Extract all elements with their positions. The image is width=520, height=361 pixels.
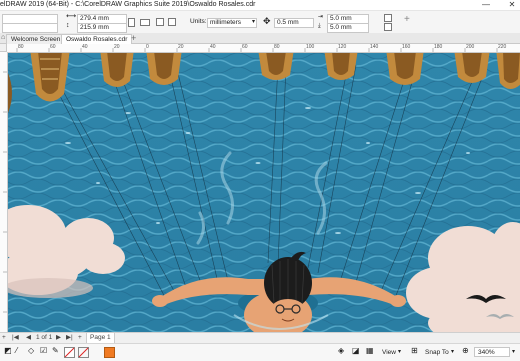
chevron-down-icon[interactable]: ▾	[398, 348, 401, 357]
units-dropdown[interactable]: millimeters	[207, 18, 257, 28]
width-icon: ⟷	[66, 13, 77, 20]
ruler-label: 60	[242, 44, 248, 50]
home-icon[interactable]: ⌂	[1, 34, 5, 42]
view-label[interactable]: View	[382, 348, 396, 357]
title-bar: elDRAW 2019 (64-Bit) - C:\CorelDRAW Grap…	[0, 0, 520, 11]
close-button[interactable]: ✕	[506, 0, 518, 10]
checkbox-icon[interactable]: ☑	[40, 346, 47, 355]
edit-fill-icon[interactable]: ◇	[28, 346, 34, 355]
property-bar: ⟷ 279.4 mm ↕ 215.9 mm Units: millimeters…	[0, 11, 520, 34]
horizontal-ruler[interactable]: 80 60 40 20 0 20 40 60 80 100 120 140 16…	[7, 44, 520, 53]
zoom-level-field[interactable]: 340%	[474, 347, 510, 357]
artwork-illustration	[8, 53, 520, 332]
resize-page-icon[interactable]	[384, 23, 392, 31]
chevron-down-icon[interactable]: ▾	[451, 348, 454, 357]
page-height-field[interactable]: 215.9 mm	[77, 23, 127, 33]
ruler-label: 20	[178, 44, 184, 50]
add-preset-button[interactable]: +	[404, 15, 410, 25]
ruler-label: 120	[338, 44, 347, 50]
pen-icon[interactable]: ✎	[52, 346, 59, 355]
chevron-down-icon[interactable]: ▾	[252, 18, 255, 26]
page-tab[interactable]: Page 1	[86, 333, 115, 343]
height-icon: ↕	[66, 22, 70, 29]
duplicate-x-icon: ⇥	[318, 14, 324, 20]
tab-oswaldo-rosales[interactable]: Oswaldo Rosales.cdr	[61, 34, 133, 44]
all-pages-icon[interactable]	[156, 18, 164, 26]
units-value: millimeters	[210, 19, 242, 26]
nudge-distance-field[interactable]: 0.5 mm	[274, 18, 314, 28]
nudge-icon: ✥	[263, 16, 271, 26]
ruler-label: 40	[82, 44, 88, 50]
ruler-label: 140	[370, 44, 379, 50]
add-page-after-button[interactable]: +	[78, 333, 82, 343]
previous-page-button[interactable]: ◀	[26, 333, 31, 343]
ruler-origin[interactable]	[0, 44, 7, 52]
page-navigator: + |◀ ◀ 1 of 1 ▶ ▶| + Page 1	[0, 332, 520, 343]
current-page-icon[interactable]	[168, 18, 176, 26]
no-color-slash-icon	[64, 347, 75, 358]
duplicate-y-field[interactable]: 5.0 mm	[327, 23, 369, 33]
eyedropper-icon[interactable]: ⁄	[16, 346, 17, 355]
ruler-label: 60	[50, 44, 56, 50]
outline-color-swatch[interactable]	[78, 347, 89, 358]
minimize-button[interactable]: —	[480, 0, 492, 10]
portrait-icon[interactable]	[128, 18, 135, 27]
fill-toggle-icon[interactable]: ◪	[352, 346, 360, 355]
ruler-label: 200	[466, 44, 475, 50]
ruler-label: 80	[18, 44, 24, 50]
fill-color-swatch[interactable]	[104, 347, 115, 358]
no-fill-swatch[interactable]	[64, 347, 75, 358]
page-size-preset[interactable]	[2, 23, 58, 33]
layers-icon[interactable]: ◈	[338, 346, 344, 355]
ruler-label: 0	[146, 44, 149, 50]
grid-icon[interactable]: ▦	[366, 346, 374, 355]
first-page-button[interactable]: |◀	[12, 333, 19, 343]
window-title: elDRAW 2019 (64-Bit) - C:\CorelDRAW Grap…	[0, 1, 256, 8]
vertical-ruler[interactable]	[0, 52, 8, 332]
ruler-label: 80	[274, 44, 280, 50]
units-label: Units:	[190, 18, 207, 25]
tab-welcome-screen[interactable]: Welcome Screen	[6, 34, 66, 44]
bucket-icon[interactable]: ◩	[4, 346, 12, 355]
landscape-icon[interactable]	[140, 19, 150, 26]
ruler-label: 180	[434, 44, 443, 50]
snap-to-label[interactable]: Snap To	[425, 348, 449, 357]
status-bar: ◩ ⁄ ◇ ☑ ✎ ◈ ◪ ▦ View ▾ ⊞ Snap To ▾ ⊕ 340…	[0, 343, 520, 361]
duplicate-y-icon: ⤓	[318, 23, 321, 29]
document-tabs: ⌂ Welcome Screen Oswaldo Rosales.cdr +	[0, 33, 520, 44]
ruler-label: 220	[498, 44, 507, 50]
outline-slash-icon	[78, 347, 89, 358]
ruler-label: 40	[210, 44, 216, 50]
ruler-label: 100	[306, 44, 315, 50]
add-page-before-button[interactable]: +	[2, 333, 6, 343]
chevron-down-icon[interactable]: ▾	[512, 348, 515, 357]
page-frame-icon[interactable]	[384, 14, 392, 22]
page-count: 1 of 1	[36, 334, 53, 341]
next-page-button[interactable]: ▶	[56, 333, 61, 343]
drawing-canvas[interactable]	[8, 53, 520, 332]
zoom-icon[interactable]: ⊕	[462, 346, 469, 355]
last-page-button[interactable]: ▶|	[66, 333, 73, 343]
vertical-ruler-ticks	[3, 71, 7, 313]
ruler-label: 160	[402, 44, 411, 50]
snap-icon[interactable]: ⊞	[411, 346, 418, 355]
ruler-label: 20	[114, 44, 120, 50]
new-tab-button[interactable]: +	[131, 33, 136, 43]
